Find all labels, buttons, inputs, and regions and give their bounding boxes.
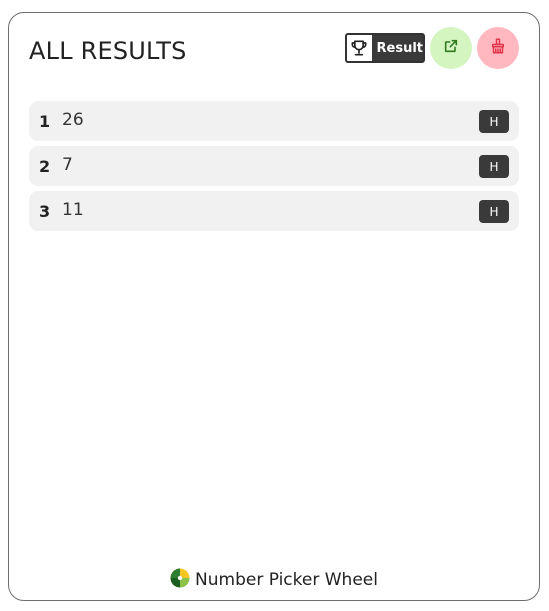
result-index: 2	[39, 157, 51, 176]
clear-button[interactable]	[477, 27, 519, 69]
trophy-icon	[347, 35, 372, 61]
result-value: 7	[62, 155, 73, 175]
footer: Number Picker Wheel	[9, 568, 539, 592]
hide-button[interactable]: H	[479, 200, 509, 223]
result-value: 11	[62, 200, 84, 220]
results-panel: ALL RESULTS Result 1 26 H 2 7 H 3 11 H N…	[8, 12, 540, 601]
external-link-icon	[443, 38, 459, 58]
list-item: 3 11 H	[29, 191, 519, 231]
results-list: 1 26 H 2 7 H 3 11 H	[29, 101, 519, 236]
page-title: ALL RESULTS	[29, 37, 187, 65]
result-index: 3	[39, 202, 51, 221]
result-button[interactable]: Result	[345, 33, 425, 63]
broom-icon	[489, 37, 507, 59]
wheel-logo-icon	[170, 568, 190, 592]
brand-name[interactable]: Number Picker Wheel	[195, 570, 378, 590]
list-item: 1 26 H	[29, 101, 519, 141]
list-item: 2 7 H	[29, 146, 519, 186]
hide-button[interactable]: H	[479, 110, 509, 133]
result-index: 1	[39, 112, 51, 131]
hide-button[interactable]: H	[479, 155, 509, 178]
result-button-label: Result	[376, 40, 424, 56]
share-button[interactable]	[430, 27, 472, 69]
result-value: 26	[62, 110, 84, 130]
